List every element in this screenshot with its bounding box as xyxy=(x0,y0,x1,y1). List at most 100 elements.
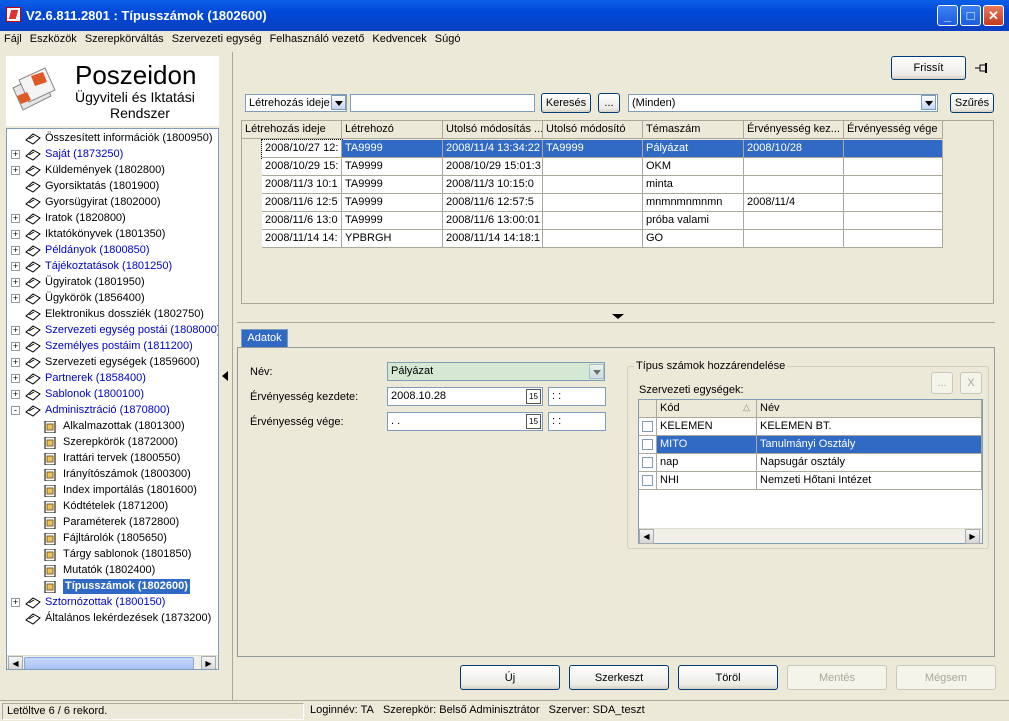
column-header[interactable]: Létrehozó xyxy=(342,121,443,139)
tree-item[interactable]: + Ügyiratok (1801950) xyxy=(11,275,216,291)
filter-button[interactable]: Szűrés xyxy=(950,93,994,113)
tree-horizontal-scrollbar[interactable]: ◀ ▶ xyxy=(7,655,218,669)
end-date-input[interactable]: . . xyxy=(387,412,543,431)
tree-item[interactable]: Kódtételek (1871200) xyxy=(11,499,216,515)
calendar-icon[interactable]: 15 xyxy=(526,389,541,404)
tree-item[interactable]: + Sztornózottak (1800150) xyxy=(11,595,216,611)
list-item[interactable]: KELEMEN KELEMEN BT. xyxy=(639,418,982,436)
list-item[interactable]: MITO Tanulmányi Osztály xyxy=(639,436,982,454)
expand-icon[interactable]: + xyxy=(11,342,20,351)
tree-item[interactable]: + Személyes postáim (1811200) xyxy=(11,339,216,355)
remove-unit-button[interactable]: X xyxy=(960,372,982,394)
tree-item[interactable]: Általános lekérdezések (1873200) xyxy=(11,611,216,627)
tree-item[interactable]: + Szervezeti egységek (1859600) xyxy=(11,355,216,371)
column-header[interactable]: Utolsó módosítás ... xyxy=(443,121,543,139)
name-select[interactable]: Pályázat xyxy=(387,362,605,381)
tree-item[interactable]: + Saját (1873250) xyxy=(11,147,216,163)
chevron-down-icon[interactable] xyxy=(921,95,936,110)
types-grid[interactable]: Létrehozás ideje Létrehozó Utolsó módosítá… xyxy=(241,120,994,304)
list-item[interactable]: nap Napsugár osztály xyxy=(639,454,982,472)
expand-icon[interactable]: + xyxy=(11,262,20,271)
expand-icon[interactable]: + xyxy=(11,374,20,383)
expand-icon[interactable]: + xyxy=(11,214,20,223)
expand-icon[interactable]: + xyxy=(11,230,20,239)
collapse-panel-icon[interactable] xyxy=(603,312,633,321)
start-date-input[interactable]: 2008.10.28 xyxy=(387,387,543,406)
tree-item[interactable]: Szerepkörök (1872000) xyxy=(11,435,216,451)
column-header[interactable]: Létrehozás ideje xyxy=(242,121,342,139)
menu-item[interactable]: Súgó xyxy=(431,31,465,45)
expand-icon[interactable]: + xyxy=(11,358,20,367)
splitter-handle[interactable] xyxy=(221,364,230,388)
chevron-down-icon[interactable] xyxy=(589,364,604,379)
tree-item[interactable]: + Küldemények (1802800) xyxy=(11,163,216,179)
expand-icon[interactable]: + xyxy=(11,294,20,303)
tree-item[interactable]: + Iratok (1820800) xyxy=(11,211,216,227)
tree-item[interactable]: + Példányok (1800850) xyxy=(11,243,216,259)
table-row[interactable]: 2008/11/3 10:1 TA9999 2008/11/3 10:15:0 min… xyxy=(242,176,943,194)
column-header[interactable]: Kód xyxy=(657,400,757,418)
calendar-icon[interactable]: 15 xyxy=(526,414,541,429)
add-unit-button[interactable]: ... xyxy=(931,372,953,394)
tree-item[interactable]: Elektronikus dossziék (1802750) xyxy=(11,307,216,323)
refresh-button[interactable]: Frissít xyxy=(891,56,966,80)
column-header[interactable]: Érvényesség kez... xyxy=(744,121,844,139)
collapse-icon[interactable]: - xyxy=(11,406,20,415)
column-header[interactable]: Utolsó módosító xyxy=(543,121,643,139)
list-item[interactable]: NHI Nemzeti Hőtani Intézet xyxy=(639,472,982,490)
table-row[interactable]: 2008/10/29 15: TA9999 2008/10/29 15:01:3 OK… xyxy=(242,158,943,176)
expand-icon[interactable]: + xyxy=(11,598,20,607)
tree-item[interactable]: Gyorsiktatás (1801900) xyxy=(11,179,216,195)
minimize-button[interactable]: _ xyxy=(937,5,958,26)
end-time-input[interactable]: : : xyxy=(548,412,606,431)
checkbox[interactable] xyxy=(642,421,653,432)
filter-select[interactable]: (Minden) xyxy=(628,94,938,112)
tree-item[interactable]: - Adminisztráció (1870800) xyxy=(11,403,216,419)
table-row[interactable]: 2008/10/27 12: TA9999 2008/11/4 13:34:22 TA… xyxy=(242,139,943,159)
tree-item[interactable]: Alkalmazottak (1801300) xyxy=(11,419,216,435)
column-header[interactable]: Témaszám xyxy=(643,121,744,139)
maximize-button[interactable]: □ xyxy=(960,5,981,26)
expand-icon[interactable]: + xyxy=(11,150,20,159)
search-options-button[interactable]: ... xyxy=(598,93,620,113)
tree-item[interactable]: + Szervezeti egység postái (1808000) xyxy=(11,323,218,339)
tree-item[interactable]: Fájltárolók (1805650) xyxy=(11,531,216,547)
menu-item[interactable]: Kedvencek xyxy=(368,31,430,45)
units-grid[interactable]: Kód Név △ KELEMEN KELEMEN BT. MITO Tanulmányi … xyxy=(638,399,983,544)
tree-item[interactable]: + Ügykörök (1856400) xyxy=(11,291,216,307)
edit-button[interactable]: Szerkeszt xyxy=(569,665,669,690)
expand-icon[interactable]: + xyxy=(11,390,20,399)
tree-item[interactable]: + Iktatókönyvek (1801350) xyxy=(11,227,216,243)
column-header[interactable]: Érvényesség vége xyxy=(844,121,943,139)
table-row[interactable]: 2008/11/14 14: YPBRGH 2008/11/14 14:18:1 GO xyxy=(242,230,943,248)
app-icon[interactable] xyxy=(6,7,21,22)
tree-item[interactable]: Összesített információk (1800950) xyxy=(11,131,216,147)
tree-item[interactable]: Irattári tervek (1800550) xyxy=(11,451,216,467)
scroll-right-icon[interactable]: ▶ xyxy=(201,656,216,669)
scroll-left-icon[interactable]: ◀ xyxy=(639,529,654,544)
search-input[interactable] xyxy=(350,94,535,112)
cancel-button[interactable]: Mégsem xyxy=(896,665,996,690)
tree-item[interactable]: + Sablonok (1800100) xyxy=(11,387,216,403)
expand-icon[interactable]: + xyxy=(11,326,20,335)
expand-icon[interactable]: + xyxy=(11,278,20,287)
tree-item[interactable]: Gyorsügyirat (1802000) xyxy=(11,195,216,211)
checkbox[interactable] xyxy=(642,439,653,450)
search-button[interactable]: Keresés xyxy=(541,93,591,113)
pin-icon[interactable] xyxy=(974,62,990,74)
tree-item[interactable]: Tárgy sablonok (1801850) xyxy=(11,547,216,563)
menu-item[interactable]: Szerepkörváltás xyxy=(81,31,168,45)
tree-item[interactable]: + Partnerek (1858400) xyxy=(11,371,216,387)
tree-item[interactable]: Mutatók (1802400) xyxy=(11,563,216,579)
table-row[interactable]: 2008/11/6 13:0 TA9999 2008/11/6 13:00:01 pr… xyxy=(242,212,943,230)
navigation-tree[interactable]: Összesített információk (1800950) + Saját … xyxy=(6,128,219,670)
checkbox[interactable] xyxy=(642,475,653,486)
scroll-left-icon[interactable]: ◀ xyxy=(8,656,23,669)
start-time-input[interactable]: : : xyxy=(548,387,606,406)
units-horizontal-scrollbar[interactable]: ◀ ▶ xyxy=(639,528,982,544)
tab-adatok[interactable]: Adatok xyxy=(241,329,288,348)
delete-button[interactable]: Töröl xyxy=(678,665,778,690)
tree-item[interactable]: Paraméterek (1872800) xyxy=(11,515,216,531)
expand-icon[interactable]: + xyxy=(11,166,20,175)
scroll-thumb[interactable] xyxy=(24,657,194,669)
